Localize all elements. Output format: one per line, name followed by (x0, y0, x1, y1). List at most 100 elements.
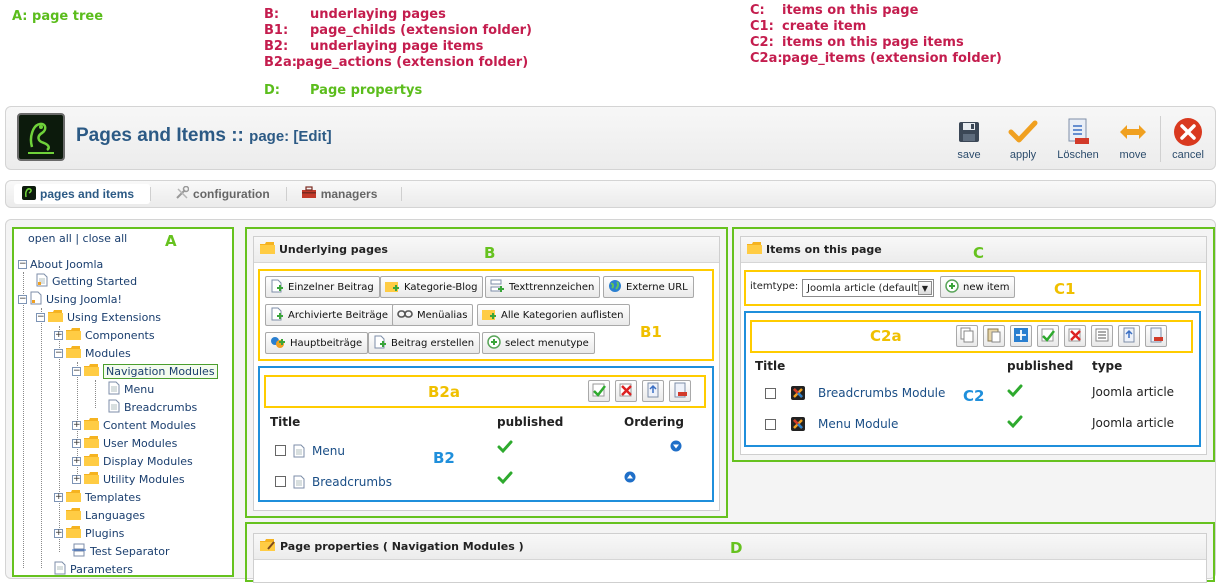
tree-node-breadcrumbs[interactable]: Breadcrumbs (108, 399, 197, 415)
expand-icon[interactable]: + (54, 528, 63, 538)
tree-node-components[interactable]: + Components (54, 327, 155, 343)
order-up-icon[interactable] (624, 471, 636, 486)
tab-configuration[interactable]: configuration (151, 184, 286, 204)
tag-c1: C1 (1054, 280, 1076, 298)
tag-b: B (484, 244, 496, 262)
page-actions-toolbar (583, 380, 691, 402)
expand-icon[interactable]: + (72, 438, 81, 448)
save-button[interactable]: save (942, 113, 996, 165)
tree-node-plugins[interactable]: + Plugins (54, 525, 124, 541)
expand-icon[interactable]: + (54, 492, 63, 502)
tree-node-navigation-modules[interactable]: − Navigation Modules (72, 363, 218, 379)
tree-node-modules[interactable]: − Modules (54, 345, 131, 361)
row-checkbox[interactable] (765, 388, 776, 399)
trash-item-button[interactable] (1145, 325, 1167, 347)
archived-articles-button[interactable]: Archivierte Beiträge (265, 304, 395, 326)
tree-node-menu[interactable]: Menu (108, 381, 154, 397)
tree-node-using-extensions[interactable]: − Using Extensions (36, 309, 161, 325)
list-all-categories-button[interactable]: Alle Kategorien auflisten (477, 304, 630, 326)
move-item-button[interactable] (1010, 325, 1032, 347)
legend-b-row: B2a: page_actions (extension folder) (264, 55, 532, 71)
tree-node-parameters[interactable]: Parameters (54, 561, 133, 577)
item-row-link[interactable]: Breadcrumbs Module (818, 386, 945, 400)
add-folder-icon (482, 307, 497, 324)
unpublish-button[interactable] (615, 380, 637, 402)
category-blog-button[interactable]: Kategorie-Blog (380, 276, 484, 298)
tree-node-getting-started[interactable]: Getting Started (36, 273, 137, 289)
featured-articles-button[interactable]: Hauptbeiträge (265, 332, 369, 354)
collapse-icon[interactable]: − (18, 294, 27, 304)
page-move-icon (645, 382, 661, 401)
button-label: Kategorie-Blog (404, 281, 478, 293)
tab-pages-and-items[interactable]: pages and items (14, 184, 151, 204)
paste-button[interactable] (983, 325, 1005, 347)
apply-button[interactable]: apply (996, 113, 1050, 165)
page-icon (30, 291, 42, 308)
open-all-link[interactable]: open all (28, 232, 72, 245)
itemtype-label: itemtype: (750, 281, 799, 292)
cancel-icon (1173, 117, 1203, 147)
tab-managers[interactable]: managers (287, 184, 394, 204)
tree-label: Getting Started (52, 274, 138, 288)
expand-icon[interactable]: + (72, 474, 81, 484)
single-article-button[interactable]: Einzelner Beitrag (265, 276, 380, 298)
trash-button[interactable] (669, 380, 691, 402)
row-checkbox[interactable] (765, 419, 776, 430)
button-label: Alle Kategorien auflisten (501, 309, 624, 321)
tab-label: managers (320, 187, 378, 201)
underlying-row-link[interactable]: Breadcrumbs (312, 475, 392, 489)
tree-toggle-links: open all | close all (28, 232, 127, 245)
move-button[interactable]: move (1106, 113, 1160, 165)
tree-node-about-joomla[interactable]: − About Joomla (18, 256, 103, 272)
row-checkbox[interactable] (275, 445, 286, 456)
select-menutype-button[interactable]: select menutype (482, 332, 595, 354)
expand-icon[interactable]: + (72, 420, 81, 430)
published-check-icon[interactable] (1007, 384, 1023, 401)
column-title: Title (755, 359, 786, 373)
published-check-icon[interactable] (1007, 415, 1023, 432)
tree-node-templates[interactable]: + Templates (54, 489, 141, 505)
page-title-main: Pages and Items :: (76, 125, 250, 146)
expand-icon[interactable]: + (72, 456, 81, 466)
copy-button[interactable] (956, 325, 978, 347)
tree-node-languages[interactable]: Languages (66, 507, 145, 523)
link-icon (397, 308, 413, 323)
tree-line (23, 272, 24, 568)
tree-node-user-modules[interactable]: + User Modules (72, 435, 177, 451)
tree-node-utility-modules[interactable]: + Utility Modules (72, 471, 185, 487)
text-separator-button[interactable]: Texttrennzeichen (485, 276, 601, 298)
legend-text: page_actions (extension folder) (296, 55, 529, 70)
archive-item-button[interactable] (1091, 325, 1113, 347)
order-down-icon[interactable] (670, 440, 682, 455)
cancel-label: cancel (1172, 149, 1204, 161)
item-row-link[interactable]: Menu Module (818, 417, 898, 431)
folder-icon (66, 507, 81, 523)
row-checkbox[interactable] (275, 476, 286, 487)
published-check-icon[interactable] (497, 440, 513, 457)
tree-node-using-joomla[interactable]: − Using Joomla! (18, 291, 122, 307)
underlying-row-link[interactable]: Menu (312, 444, 345, 458)
new-item-button[interactable]: new item (940, 276, 1016, 298)
folder-icon (48, 309, 63, 325)
cancel-button[interactable]: cancel (1161, 113, 1215, 165)
tree-node-display-modules[interactable]: + Display Modules (72, 453, 193, 469)
unpublish-item-button[interactable] (1064, 325, 1086, 347)
move-up-item-button[interactable] (1118, 325, 1140, 347)
tree-node-content-modules[interactable]: + Content Modules (72, 417, 196, 433)
collapse-icon[interactable]: − (18, 259, 27, 269)
collapse-icon[interactable]: − (36, 312, 45, 322)
create-article-button[interactable]: Beitrag erstellen (368, 332, 481, 354)
expand-icon[interactable]: + (54, 330, 63, 340)
itemtype-select[interactable]: Joomla article (default) ▼ (802, 279, 934, 297)
publish-button[interactable] (588, 380, 610, 402)
publish-item-button[interactable] (1037, 325, 1059, 347)
published-check-icon[interactable] (497, 471, 513, 488)
external-url-button[interactable]: Externe URL (603, 276, 694, 298)
menu-alias-button[interactable]: Menüalias (392, 304, 474, 326)
tree-node-test-separator[interactable]: Test Separator (72, 543, 169, 559)
move-up-button[interactable] (642, 380, 664, 402)
collapse-icon[interactable]: − (72, 366, 81, 376)
close-all-link[interactable]: close all (83, 232, 128, 245)
collapse-icon[interactable]: − (54, 348, 63, 358)
delete-button[interactable]: Löschen (1050, 113, 1106, 165)
